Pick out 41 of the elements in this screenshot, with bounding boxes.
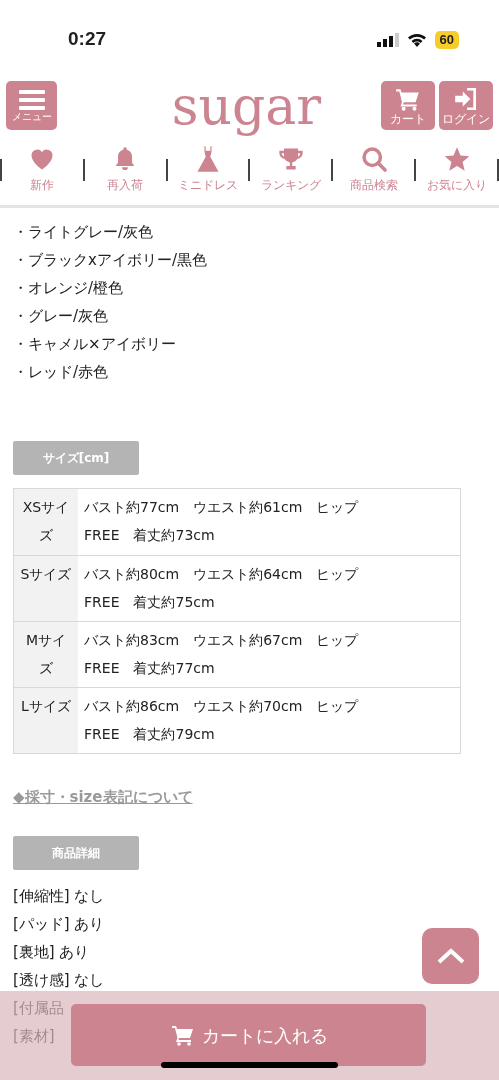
chevron-up-icon — [435, 947, 466, 965]
size-label-cell: Mサイズ — [14, 622, 78, 687]
size-measure-cell-text: バスト約77cm ウエスト約61cm ヒップ FREE 着丈約73cm — [83, 498, 360, 545]
detail-line: [パッド] あり — [13, 913, 105, 935]
detail-line: [素材] — [13, 1025, 55, 1047]
scroll-top-button[interactable] — [422, 928, 479, 984]
nav-item[interactable]: ミニドレス — [167, 143, 249, 205]
nav-item[interactable]: 商品検索 — [333, 143, 415, 205]
cart-icon — [169, 1023, 196, 1047]
wifi-icon — [406, 32, 427, 47]
nav-item[interactable]: ランキング — [250, 143, 332, 205]
color-option: ・レッド/赤色 — [13, 358, 109, 386]
detail-line: [透け感] なし — [13, 969, 105, 991]
detail-line: [裏地] あり — [13, 941, 90, 963]
logo: sugar — [171, 75, 322, 137]
login-button[interactable]: ログイン — [439, 81, 493, 130]
detail-line: [伸縮性] なし — [13, 885, 105, 907]
menu-button[interactable]: メニュー — [6, 81, 57, 130]
nav-item[interactable]: 再入荷 — [84, 143, 166, 205]
size-measure-cell-text: バスト約83cm ウエスト約67cm ヒップ FREE 着丈約77cm — [83, 631, 360, 678]
color-option: ・オレンジ/橙色 — [13, 274, 124, 302]
status-time: 0:27 — [68, 27, 107, 52]
section-heading: 商品詳細 — [13, 835, 139, 870]
battery-level: 60 — [434, 30, 459, 49]
size-label-cell: Sサイズ — [14, 556, 78, 621]
size-measure-cell-text: バスト約80cm ウエスト約64cm ヒップ FREE 着丈約75cm — [83, 565, 360, 612]
menu-icon — [18, 88, 45, 111]
color-option: ・キャメル×アイボリー — [13, 330, 176, 358]
nav-item[interactable]: 新作 — [2, 143, 83, 205]
size-label-cell: Lサイズ — [14, 688, 78, 753]
color-option: ・ライトグレー/灰色 — [13, 218, 154, 246]
nav-item[interactable]: お気に入り — [416, 143, 497, 205]
color-option: ・ブラックxアイボリー/黒色 — [13, 246, 207, 274]
size-label-cell: XSサイズ — [14, 489, 78, 555]
color-option: ・グレー/灰色 — [13, 302, 109, 330]
cart-button[interactable]: カート — [381, 81, 435, 130]
signal-icon — [376, 32, 399, 47]
section-heading: サイズ[cm] — [13, 441, 139, 475]
size-guide-link[interactable]: ◆採寸・size表記について — [13, 786, 486, 809]
add-to-cart-button[interactable]: カートに入れる — [71, 1004, 426, 1066]
size-measure-cell-text: バスト約86cm ウエスト約70cm ヒップ FREE 着丈約79cm — [83, 697, 360, 744]
